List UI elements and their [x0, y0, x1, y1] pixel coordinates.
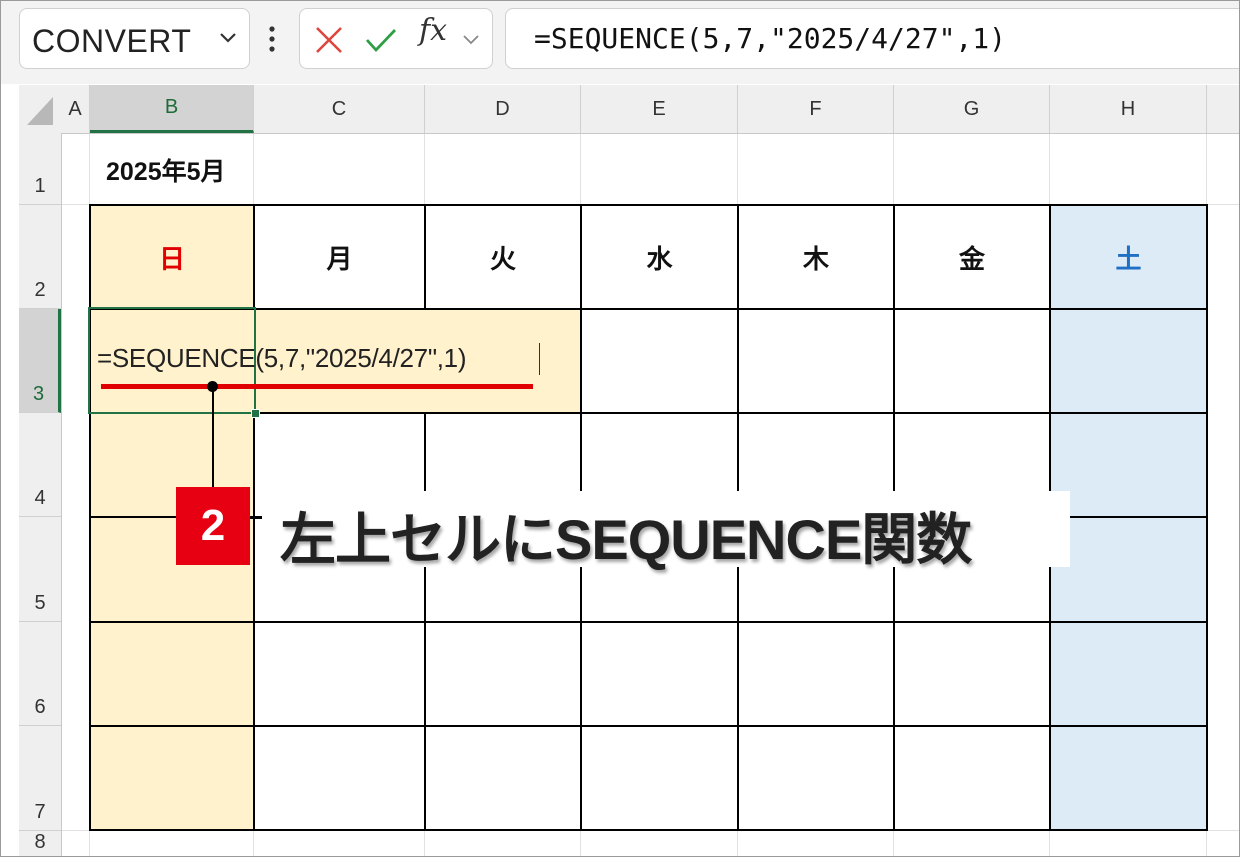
- text-caret: [539, 343, 540, 375]
- weekday-sun[interactable]: 日: [90, 205, 254, 309]
- weekday-wed-label: 水: [646, 243, 673, 274]
- formula-underline: [101, 384, 533, 389]
- weekday-tue-label: 火: [489, 243, 516, 274]
- callout-text: 左上セルにSEQUENCE関数: [280, 508, 972, 571]
- weekday-sat[interactable]: 土: [1050, 205, 1207, 309]
- row-header-5[interactable]: 5: [19, 517, 61, 622]
- column-header-h[interactable]: H: [1050, 85, 1207, 133]
- column-header-b[interactable]: B: [90, 85, 254, 133]
- chevron-down-icon[interactable]: [217, 27, 239, 49]
- row-header-6[interactable]: 6: [19, 622, 61, 726]
- calendar-title[interactable]: 2025年5月: [106, 152, 226, 188]
- row-header-2[interactable]: 2: [19, 205, 61, 309]
- check-icon[interactable]: [364, 23, 398, 57]
- vertical-dots-icon[interactable]: [266, 24, 278, 54]
- weekday-thu-label: 木: [802, 243, 829, 274]
- formula-controls: [299, 8, 493, 69]
- row-header-8[interactable]: 8: [19, 831, 61, 857]
- column-header-g[interactable]: G: [894, 85, 1050, 133]
- weekday-fri-label: 金: [958, 243, 985, 274]
- insert-function-button[interactable]: fx: [419, 13, 447, 48]
- cross-icon[interactable]: [312, 23, 346, 57]
- weekday-wed[interactable]: 水: [581, 205, 738, 309]
- name-box-value: CONVERT: [32, 23, 192, 59]
- cell-b3-formula[interactable]: =SEQUENCE(5,7,"2025/4/27",1): [97, 343, 467, 374]
- weekday-mon-label: 月: [326, 243, 353, 274]
- row-header-3[interactable]: 3: [19, 309, 61, 413]
- callout-box: 左上セルにSEQUENCE関数: [262, 491, 1070, 571]
- formula-bar: CONVERT fx =SEQUENCE(5,7,"2025/4/27",1): [0, 0, 1240, 84]
- column-header-d[interactable]: D: [425, 85, 581, 133]
- column-header-e[interactable]: E: [581, 85, 738, 133]
- formula-text: =SEQUENCE(5,7,"2025/4/27",1): [534, 22, 1007, 55]
- weekday-tue[interactable]: 火: [425, 205, 581, 309]
- row-header-1[interactable]: 1: [19, 133, 61, 205]
- fill-handle[interactable]: [251, 409, 260, 418]
- weekday-sat-label: 土: [1115, 243, 1142, 274]
- weekday-mon[interactable]: 月: [254, 205, 425, 309]
- row-header-4[interactable]: 4: [19, 413, 61, 517]
- row-header-7[interactable]: 7: [19, 726, 61, 831]
- leader-dot: [207, 381, 218, 392]
- step-badge: 2: [176, 487, 250, 565]
- column-header-a[interactable]: A: [61, 85, 90, 133]
- chevron-down-icon[interactable]: [460, 29, 482, 51]
- select-all-corner[interactable]: [19, 85, 61, 133]
- formula-input[interactable]: =SEQUENCE(5,7,"2025/4/27",1): [505, 8, 1240, 69]
- column-header-c[interactable]: C: [254, 85, 425, 133]
- column-header-f[interactable]: F: [738, 85, 894, 133]
- weekday-thu[interactable]: 木: [738, 205, 894, 309]
- name-box[interactable]: CONVERT: [19, 8, 250, 69]
- weekday-fri[interactable]: 金: [894, 205, 1050, 309]
- weekday-sun-label: 日: [158, 243, 185, 274]
